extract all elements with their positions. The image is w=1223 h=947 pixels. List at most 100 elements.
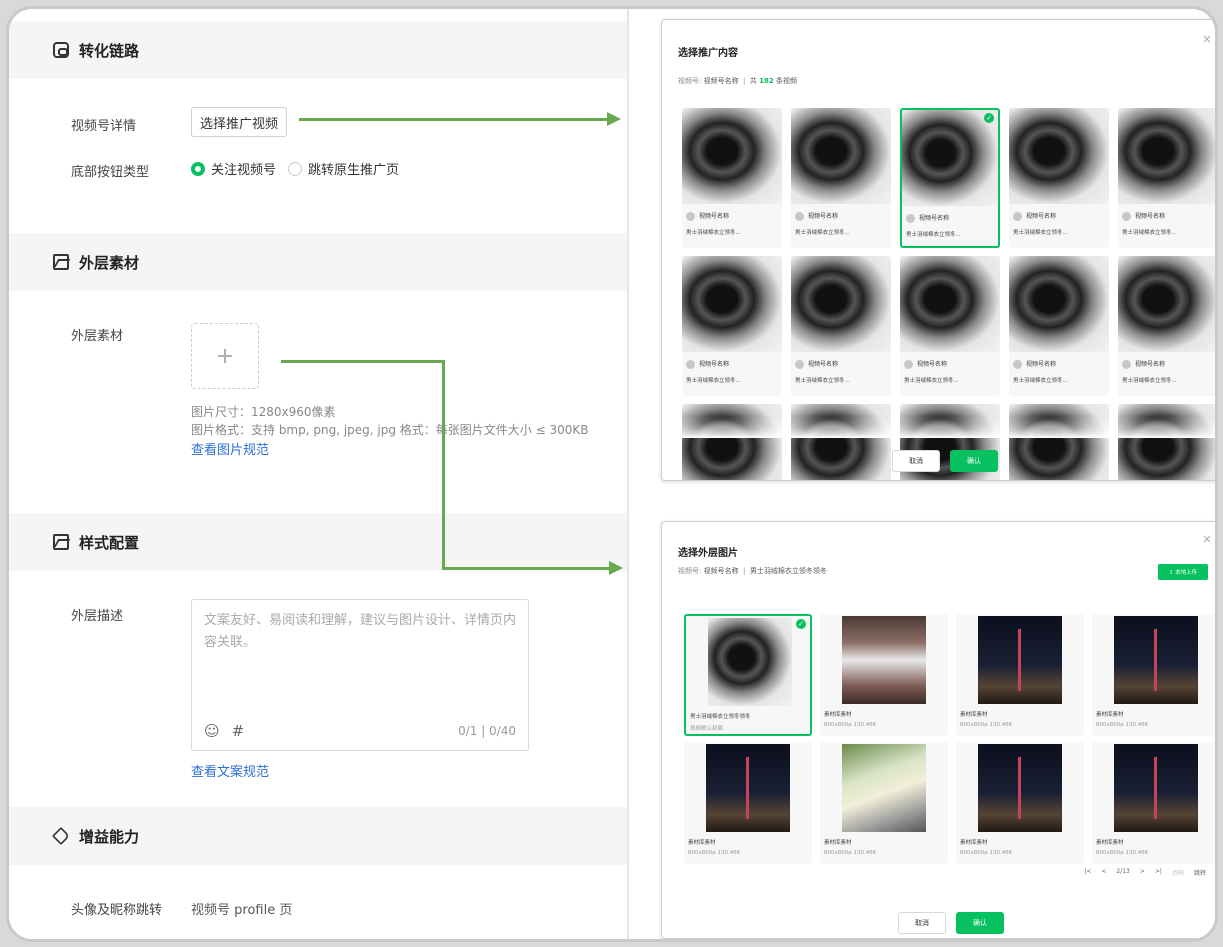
dialog-subtitle: 视频号: 视频号名称 | 男士羽绒棉衣立领冬领冬	[678, 567, 827, 575]
image-upload-box[interactable]: +	[191, 323, 259, 389]
hashtag-icon[interactable]: #	[232, 722, 245, 740]
image-card[interactable]: 素材库素材 800x800p 130.46K	[956, 614, 1084, 736]
section-title: 外层素材	[79, 253, 140, 272]
avatar	[906, 214, 915, 223]
avatar	[1013, 212, 1022, 221]
arrow-to-outer-dialog-h2	[442, 567, 610, 570]
video-card[interactable]: 视频号名称男士羽绒棉衣立领冬...	[1118, 256, 1215, 396]
select-promo-content-dialog: 选择推广内容 × 视频号: 视频号名称 | 共 182 条视频 视频号名称 男士羽…	[661, 19, 1215, 481]
video-card[interactable]: 视频号名称男士羽绒棉衣立领冬...	[1118, 108, 1215, 248]
close-icon[interactable]: ×	[1202, 32, 1212, 46]
radio-follow-channel[interactable]: 关注视频号	[191, 159, 276, 178]
avatar	[686, 360, 695, 369]
image-title: 素材库素材	[960, 712, 988, 718]
video-thumbnail	[791, 256, 891, 352]
view-image-spec-link[interactable]: 查看图片规范	[191, 439, 269, 458]
avatar	[795, 360, 804, 369]
image-card[interactable]: 素材库素材 800x800p 130.46K	[820, 742, 948, 864]
select-video-button[interactable]: 选择推广视频	[191, 107, 287, 137]
image-card[interactable]: 素材库素材 800x800p 130.46K	[1092, 614, 1215, 736]
channel-name-text: 视频号名称	[1026, 213, 1057, 220]
channel-name-text: 视频号名称	[699, 213, 730, 220]
image-card[interactable]: 素材库素材 800x800p 130.46K	[684, 742, 812, 864]
confirm-button[interactable]: 确认	[950, 450, 998, 472]
local-upload-button[interactable]: ⇪ 本地上传	[1158, 564, 1208, 580]
video-thumbnail	[1009, 108, 1109, 204]
prev-page-button[interactable]: <	[1101, 868, 1106, 877]
image-card[interactable]: 素材库素材 800x800p 130.46K	[956, 742, 1084, 864]
image-meta: 800x800p 130.46K	[960, 722, 1013, 728]
image-card[interactable]: 素材库素材 800x800p 130.46K	[1092, 742, 1215, 864]
sub-channel-name: 视频号名称	[703, 567, 739, 575]
video-channel-name: 视频号名称	[1013, 211, 1056, 221]
video-title: 男士羽绒棉衣立领冬...	[686, 378, 741, 384]
channel-name-text: 视频号名称	[808, 213, 839, 220]
image-card[interactable]: 素材库素材 800x800p 130.46K	[820, 614, 948, 736]
screenshot-frame: 转化链路 视频号详情 选择推广视频 底部按钮类型 关注视频号 跳转原生推广页 外…	[6, 6, 1218, 942]
image-icon	[53, 254, 69, 270]
avatar	[904, 360, 913, 369]
dialog-title: 选择推广内容	[678, 48, 738, 59]
channel-name-text: 视频号名称	[917, 361, 948, 368]
video-thumbnail	[902, 110, 998, 206]
arrow-to-content-dialog	[299, 118, 607, 121]
image-thumbnail	[978, 616, 1062, 704]
cancel-button[interactable]: 取消	[892, 450, 940, 472]
video-card[interactable]: 视频号名称男士羽绒棉衣立领冬...	[900, 256, 1000, 396]
image-thumbnail	[708, 618, 792, 706]
check-icon: ✓	[984, 113, 994, 123]
video-card[interactable]: 视频号名称男士羽绒棉衣立领冬...	[1009, 108, 1109, 248]
panel-divider	[627, 9, 629, 939]
video-title: 男士羽绒棉衣立领冬...	[795, 230, 850, 236]
last-page-button[interactable]: >|	[1155, 868, 1162, 877]
video-card[interactable]: 视频号名称男士羽绒棉衣立领冬...	[682, 256, 782, 396]
arrow-to-outer-dialog-h1	[281, 360, 445, 363]
image-meta: 800x800p 130.46K	[824, 722, 877, 728]
video-thumbnail	[1118, 108, 1215, 204]
avatar	[1122, 212, 1131, 221]
radio-dot-selected	[191, 161, 205, 176]
avatar-jump-value: 视频号 profile 页	[191, 903, 293, 918]
radio-label: 关注视频号	[211, 163, 277, 178]
section-title: 增益能力	[79, 827, 140, 846]
video-card[interactable]: 视频号名称男士羽绒棉衣立领冬...	[682, 108, 782, 248]
image-meta: 800x800p 130.46K	[1096, 722, 1149, 728]
image-format-hint: 图片格式：支持 bmp, png, jpeg, jpg 格式：每张图片文件大小 …	[191, 423, 589, 437]
tag-icon	[51, 826, 71, 846]
image-title: 素材库素材	[960, 840, 988, 846]
view-copy-spec-link[interactable]: 查看文案规范	[191, 761, 269, 780]
arrow-to-outer-dialog-v	[442, 360, 445, 570]
outer-material-label: 外层素材	[71, 329, 124, 344]
video-thumbnail	[682, 108, 782, 204]
video-card[interactable]: 视频号名称男士羽绒棉衣立领冬...	[1009, 256, 1109, 396]
radio-dot	[288, 161, 303, 176]
outer-desc-textarea[interactable]: 文案友好、易阅读和理解，建议与图片设计、详情页内容关联。 ☺ # 0/1 | 0…	[191, 599, 529, 751]
page-indicator: 2/13	[1116, 868, 1130, 875]
jump-button[interactable]: 跳转	[1194, 868, 1206, 877]
next-page-button[interactable]: >	[1140, 868, 1145, 877]
close-icon[interactable]: ×	[1202, 532, 1212, 546]
image-thumbnail	[842, 744, 926, 832]
channel-name-text: 视频号名称	[1026, 361, 1057, 368]
avatar	[795, 212, 804, 221]
emoji-icon[interactable]: ☺	[204, 722, 220, 740]
video-detail-label: 视频号详情	[71, 119, 137, 134]
dialog-title: 选择外层图片	[678, 548, 738, 559]
video-card[interactable]: ✓ 视频号名称 男士羽绒棉衣立领冬...	[900, 108, 1000, 248]
confirm-button[interactable]: 确认	[956, 912, 1004, 934]
first-page-button[interactable]: |<	[1084, 868, 1091, 877]
image-thumbnail	[706, 744, 790, 832]
scroll-fade	[662, 416, 1215, 438]
video-card[interactable]: 视频号名称男士羽绒棉衣立领冬...	[791, 108, 891, 248]
page-number-input[interactable]: 页码	[1172, 868, 1184, 877]
radio-label: 跳转原生推广页	[308, 163, 400, 178]
video-channel-name: 视频号名称	[686, 211, 729, 221]
cancel-button[interactable]: 取消	[898, 912, 946, 934]
video-channel-name: 视频号名称	[1122, 211, 1165, 221]
video-thumbnail	[1118, 256, 1215, 352]
image-thumbnail	[1114, 616, 1198, 704]
video-card[interactable]: 视频号名称男士羽绒棉衣立领冬...	[791, 256, 891, 396]
image-card[interactable]: ✓ 男士羽绒棉衣立领冬领冬 视频默认封面	[684, 614, 812, 736]
image-thumbnail	[978, 744, 1062, 832]
radio-native-page[interactable]: 跳转原生推广页	[288, 159, 399, 178]
